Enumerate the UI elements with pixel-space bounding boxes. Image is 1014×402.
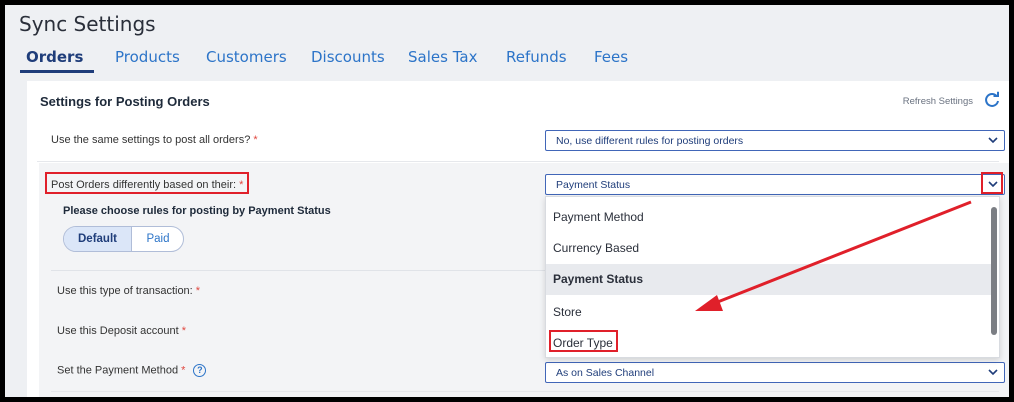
annotation-arrow-icon	[695, 200, 972, 311]
app-window: Sync Settings Orders Products Customers …	[5, 5, 1009, 397]
